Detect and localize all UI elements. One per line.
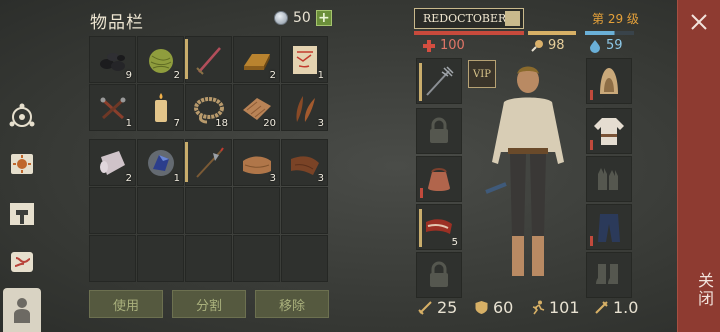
remove-button[interactable]: 移除 [255, 290, 329, 318]
coin-count: 50 [293, 10, 311, 26]
water-drop-icon [590, 39, 600, 53]
compass-icon [9, 103, 35, 127]
sidebar-tab-build[interactable] [3, 195, 41, 233]
health-stat: 100 [422, 38, 465, 53]
inventory-slot[interactable]: 2 [233, 36, 280, 83]
inventory-slot[interactable]: 2 [137, 36, 184, 83]
health-bar [414, 31, 524, 35]
inventory-grid-top: 9 2 2 1 1 7 18 20 3 [89, 36, 328, 131]
shirt-icon [594, 118, 624, 145]
character-icon [14, 298, 30, 323]
inventory-slot[interactable]: 3 [281, 139, 328, 186]
sword-icon [418, 301, 432, 315]
pants-icon [598, 214, 620, 242]
inventory-slot[interactable]: 3 [281, 84, 328, 131]
attack-stat: 25 [418, 298, 474, 317]
boots-icon [596, 264, 618, 284]
inventory-slot[interactable] [185, 139, 232, 186]
inventory-slot-empty[interactable] [137, 187, 184, 234]
thirst-bar [585, 31, 634, 35]
split-button[interactable]: 分割 [172, 290, 246, 318]
weapon-slot[interactable] [416, 58, 462, 104]
inventory-slot[interactable]: 7 [137, 84, 184, 131]
inventory-slot[interactable]: 9 [89, 36, 136, 83]
sun-book-icon [11, 154, 33, 174]
inventory-slot-empty[interactable] [137, 235, 184, 282]
inventory-slot[interactable]: 20 [233, 84, 280, 131]
coin-balance: 50 + [274, 10, 332, 26]
player-name: REDOCTOBER [423, 12, 507, 25]
sidebar-tab-map[interactable] [3, 243, 41, 281]
inventory-title: 物品栏 [90, 13, 144, 33]
gloves-icon [598, 168, 618, 190]
sidebar-tab-crafting[interactable] [3, 98, 41, 136]
body-armor-slot[interactable] [586, 108, 632, 154]
hands-armor-slot[interactable] [586, 156, 632, 202]
player-name-box[interactable]: REDOCTOBER [414, 8, 524, 29]
inventory-slot[interactable]: 1 [137, 139, 184, 186]
inventory-slot-empty[interactable] [233, 235, 280, 282]
hood-icon [600, 68, 618, 94]
inventory-slot[interactable]: 1 [281, 36, 328, 83]
sidebar-tab-inventory[interactable] [3, 288, 41, 332]
inventory-actions: 使用 分割 移除 [89, 290, 329, 318]
inventory-slot[interactable]: 18 [185, 84, 232, 131]
sidebar-tab-quests[interactable] [3, 145, 41, 183]
inventory-slot[interactable] [185, 36, 232, 83]
running-icon [532, 300, 545, 315]
defense-stat: 60 [474, 298, 530, 317]
inventory-slot[interactable]: 3 [233, 139, 280, 186]
combat-stats: 25 60 101 1.0 [418, 298, 650, 317]
hunger-stat: 98 [530, 38, 565, 53]
coin-icon [274, 11, 288, 25]
shield-icon [475, 301, 488, 314]
inventory-slot-empty[interactable] [185, 235, 232, 282]
selection-marker [185, 39, 188, 79]
trident-icon [426, 66, 454, 96]
hunger-bar [528, 31, 576, 35]
character-portrait [485, 66, 564, 276]
inventory-slot-empty[interactable] [89, 187, 136, 234]
feet-armor-slot[interactable] [586, 252, 632, 298]
head-armor-slot[interactable] [586, 58, 632, 104]
inventory-slot[interactable]: 2 [89, 139, 136, 186]
weight-stat: 1.0 [594, 298, 650, 317]
add-coins-button[interactable]: + [315, 10, 332, 26]
drumstick-icon [531, 39, 543, 52]
halberd-icon [196, 147, 224, 178]
selection-marker [185, 142, 188, 182]
edit-name-icon[interactable] [505, 11, 520, 26]
lock-icon [430, 117, 448, 143]
consumable-slot[interactable]: 5 [416, 204, 462, 250]
locked-slot [416, 108, 462, 154]
inventory-slot[interactable]: 1 [89, 84, 136, 131]
inventory-slot-empty[interactable] [185, 187, 232, 234]
bag-slot[interactable] [416, 156, 462, 202]
inventory-grid-bottom: 2 1 3 3 [89, 139, 328, 282]
thirst-stat: 59 [588, 38, 623, 53]
close-icon[interactable] [689, 12, 709, 32]
close-panel[interactable]: 关闭 [677, 0, 720, 332]
sidebar [0, 0, 44, 332]
use-button[interactable]: 使用 [89, 290, 163, 318]
inventory-slot-empty[interactable] [89, 235, 136, 282]
legs-armor-slot[interactable] [586, 204, 632, 250]
weight-icon [595, 301, 608, 314]
pouch-icon [428, 168, 450, 191]
inventory-slot-empty[interactable] [281, 187, 328, 234]
sword-icon [196, 47, 221, 75]
scroll-icon [11, 252, 33, 272]
inventory-slot-empty[interactable] [281, 235, 328, 282]
close-label[interactable]: 关闭 [692, 272, 716, 308]
locked-slot [416, 252, 462, 298]
hammer-icon [10, 203, 34, 225]
speed-stat: 101 [530, 298, 594, 317]
player-level: 第 29 级 [592, 12, 639, 26]
inventory-slot-empty[interactable] [233, 187, 280, 234]
health-cross-icon [423, 39, 435, 52]
lock-icon [430, 261, 448, 287]
